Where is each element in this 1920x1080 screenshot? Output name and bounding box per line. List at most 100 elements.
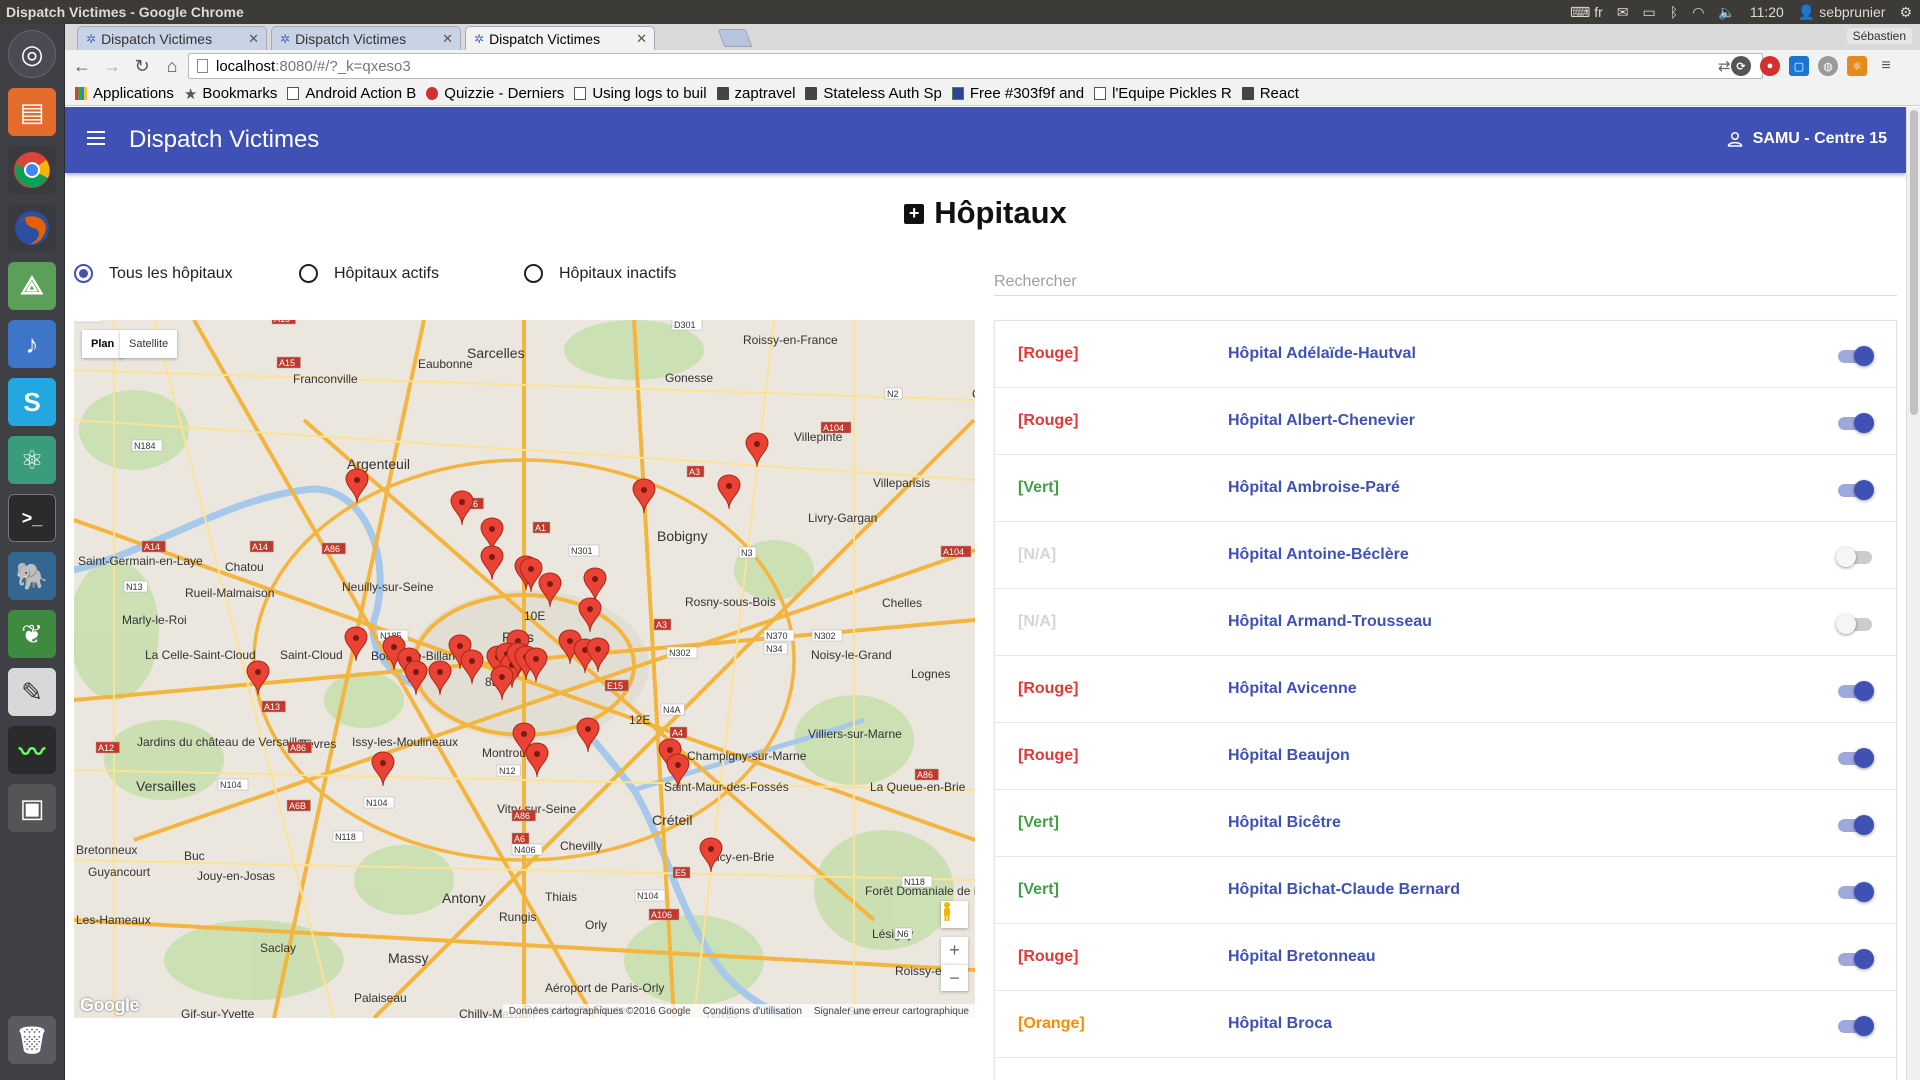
bookmark-item[interactable]: Quizzie - Derniers: [426, 85, 564, 102]
hospital-name-link[interactable]: Hôpital Avicenne: [1228, 680, 1357, 698]
extension-window-icon[interactable]: ▢: [1789, 56, 1809, 76]
bookmark-item[interactable]: Using logs to buil: [574, 85, 707, 102]
toggle-knob[interactable]: [1854, 882, 1874, 902]
user-center[interactable]: SAMU - Centre 15: [1727, 130, 1887, 148]
back-arrow-icon[interactable]: ←: [69, 53, 95, 79]
toggle-knob[interactable]: [1854, 346, 1874, 366]
zoom-out-button[interactable]: −: [941, 964, 968, 991]
map-type-satellite-button[interactable]: Satellite: [120, 330, 178, 358]
hospital-active-toggle[interactable]: [1838, 882, 1874, 902]
skype-icon[interactable]: S: [8, 378, 56, 426]
hospital-row[interactable]: [Rouge] Hôpital Avicenne: [995, 656, 1896, 723]
workspace-switcher-icon[interactable]: ▣: [8, 784, 56, 832]
clock[interactable]: 11:20: [1750, 4, 1784, 20]
hospital-row[interactable]: [Vert] Hôpital Ambroise-Paré: [995, 455, 1896, 522]
chrome-menu-icon[interactable]: ≡: [1876, 56, 1896, 76]
browser-tab[interactable]: ✲ Dispatch Victimes ✕: [271, 26, 461, 50]
toggle-knob[interactable]: [1836, 614, 1856, 634]
close-tab-icon[interactable]: ✕: [636, 31, 647, 47]
toggle-knob[interactable]: [1854, 748, 1874, 768]
hospital-active-toggle[interactable]: [1838, 346, 1874, 366]
google-logo[interactable]: Google: [80, 995, 140, 1016]
hospital-row[interactable]: [Rouge] Hôpital Albert-Chenevier: [995, 388, 1896, 455]
mail-icon[interactable]: ✉: [1617, 4, 1629, 21]
hospital-active-toggle[interactable]: [1838, 1016, 1874, 1036]
browser-tab-active[interactable]: ✲ Dispatch Victimes ✕: [465, 26, 655, 50]
filter-all-hospitals[interactable]: Tous les hôpitaux: [74, 264, 233, 283]
toggle-knob[interactable]: [1854, 413, 1874, 433]
toggle-knob[interactable]: [1854, 681, 1874, 701]
bookmark-item[interactable]: Free #303f9f and: [951, 85, 1084, 102]
toggle-knob[interactable]: [1836, 547, 1856, 567]
terminal-icon[interactable]: >_: [8, 494, 56, 542]
translate-icon[interactable]: ⇄: [1718, 57, 1731, 75]
filter-active-hospitals[interactable]: Hôpitaux actifs: [299, 264, 439, 283]
extension-react-icon[interactable]: ⚛: [1847, 56, 1867, 76]
hospital-row[interactable]: [Rouge] Hôpital Bretonneau: [995, 924, 1896, 991]
wifi-icon[interactable]: ◠: [1692, 4, 1704, 21]
hospital-active-toggle[interactable]: [1838, 748, 1874, 768]
extension-sync-icon[interactable]: ⟳: [1731, 56, 1751, 76]
hospital-name-link[interactable]: Hôpital Albert-Chenevier: [1228, 412, 1415, 430]
hospital-name-link[interactable]: Hôpital Bretonneau: [1228, 948, 1376, 966]
hospital-active-toggle[interactable]: [1838, 681, 1874, 701]
bluetooth-icon[interactable]: ᛒ: [1670, 4, 1678, 20]
hospital-active-toggle[interactable]: [1838, 949, 1874, 969]
bookmark-folder[interactable]: React: [1241, 85, 1299, 102]
profile-button[interactable]: Sébastien: [1846, 28, 1912, 44]
volume-icon[interactable]: 🔈: [1718, 4, 1735, 21]
new-tab-button[interactable]: [717, 29, 753, 47]
page-info-icon[interactable]: [197, 59, 208, 73]
hospital-name-link[interactable]: Hôpital Adélaïde-Hautval: [1228, 345, 1416, 363]
trash-icon[interactable]: 🗑: [8, 1016, 56, 1064]
hospital-row[interactable]: [Rouge] Hôpital Adélaïde-Hautval: [995, 321, 1896, 388]
user-menu[interactable]: 👤 sebprunier: [1798, 4, 1886, 21]
extension-globe-icon[interactable]: ◍: [1818, 56, 1838, 76]
browser-tab[interactable]: ✲ Dispatch Victimes ✕: [77, 26, 267, 50]
map-report-link[interactable]: Signaler une erreur cartographique: [814, 1006, 969, 1017]
radio-button[interactable]: [299, 264, 318, 283]
map-terms-link[interactable]: Conditions d'utilisation: [703, 1006, 802, 1017]
hospital-active-toggle[interactable]: [1838, 480, 1874, 500]
hospital-name-link[interactable]: Hôpital Ambroise-Paré: [1228, 479, 1400, 497]
bookmark-folder[interactable]: zaptravel: [716, 85, 795, 102]
hospital-row[interactable]: [N/A] Hôpital Antoine-Béclère: [995, 522, 1896, 589]
hospital-row[interactable]: [Vert] Hôpital Bicêtre: [995, 790, 1896, 857]
intellij-icon[interactable]: ♪: [8, 320, 56, 368]
toggle-knob[interactable]: [1854, 480, 1874, 500]
home-icon[interactable]: ⌂: [159, 53, 185, 79]
hospital-row[interactable]: [Orange] Hôpital Broca: [995, 991, 1896, 1058]
chrome-icon[interactable]: [8, 146, 56, 194]
hospital-map[interactable]: Sarcelles Roissy-en-France Gonesse Eaubonne…: [74, 320, 975, 1018]
settings-gear-icon[interactable]: ⚙: [1899, 4, 1912, 21]
filter-inactive-hospitals[interactable]: Hôpitaux inactifs: [524, 264, 676, 283]
page-scrollbar[interactable]: [1906, 107, 1920, 1080]
close-tab-icon[interactable]: ✕: [248, 31, 259, 47]
hospital-active-toggle[interactable]: [1838, 815, 1874, 835]
extension-adblock-icon[interactable]: ●: [1760, 56, 1780, 76]
close-tab-icon[interactable]: ✕: [442, 31, 453, 47]
hospital-row[interactable]: [Vert] Hôpital Bichat-Claude Bernard: [995, 857, 1896, 924]
atom-icon[interactable]: ⚛: [8, 436, 56, 484]
hospital-name-link[interactable]: Hôpital Antoine-Béclère: [1228, 546, 1409, 564]
battery-icon[interactable]: ▭: [1643, 4, 1656, 21]
bookmark-bookmarks[interactable]: ★ Bookmarks: [184, 85, 277, 103]
toggle-knob[interactable]: [1854, 949, 1874, 969]
pgadmin-elephant-icon[interactable]: 🐘: [8, 552, 56, 600]
hospital-name-link[interactable]: Hôpital Broca: [1228, 1015, 1332, 1033]
address-bar[interactable]: localhost:8080/#/?_k=qxeso3 ⇄ ☆: [188, 53, 1763, 79]
dash-home-icon[interactable]: ◎: [8, 30, 56, 78]
android-studio-icon[interactable]: ⟁: [8, 262, 56, 310]
forward-arrow-icon[interactable]: →: [99, 53, 125, 79]
files-icon[interactable]: ▤: [8, 88, 56, 136]
radio-button[interactable]: [524, 264, 543, 283]
bookmark-item[interactable]: Android Action B: [287, 85, 416, 102]
scrollbar-thumb[interactable]: [1910, 110, 1918, 415]
mongodb-leaf-icon[interactable]: ❦: [8, 610, 56, 658]
hospital-row[interactable]: [Rouge] Hôpital Beaujon: [995, 723, 1896, 790]
hospital-name-link[interactable]: Hôpital Armand-Trousseau: [1228, 613, 1432, 631]
bookmark-item[interactable]: l'Equipe Pickles R: [1094, 85, 1232, 102]
system-monitor-icon[interactable]: 〰: [8, 726, 56, 774]
bookmark-applications[interactable]: Applications: [75, 85, 174, 102]
firefox-icon[interactable]: [8, 204, 56, 252]
